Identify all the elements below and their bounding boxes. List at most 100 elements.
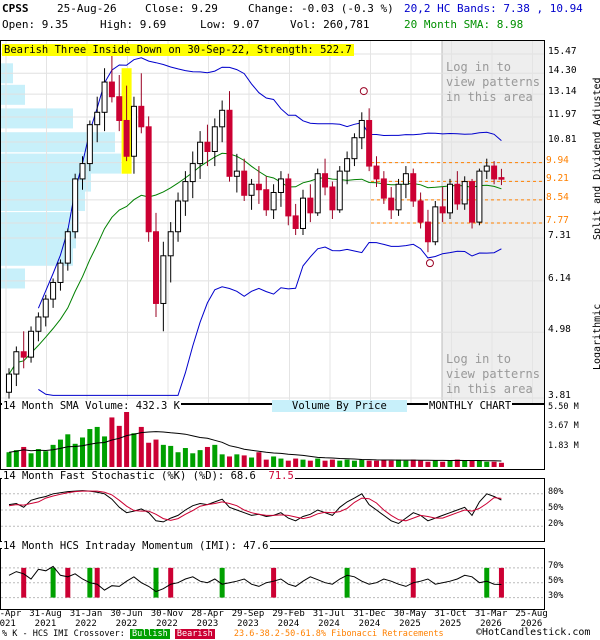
imi-signal-bar [168, 567, 174, 598]
candle-body [160, 255, 167, 304]
upper-band [37, 57, 502, 309]
volume-bar [227, 456, 232, 467]
volume-bar [182, 448, 188, 467]
candle-body [204, 141, 211, 152]
x-tick-label: 31-Mar 2026 [474, 609, 508, 629]
change-value: Change: -0.03 (-0.3 %) [248, 2, 394, 15]
candle-body [447, 183, 453, 214]
stoch-tick-label: 80% [548, 486, 564, 497]
volume-bar [432, 460, 438, 467]
candle-body [233, 170, 240, 177]
volume-bar [256, 452, 262, 467]
candle-body [101, 81, 108, 113]
imi-signal-bar [344, 567, 350, 598]
candle-body [182, 181, 189, 202]
vbp-bar [1, 84, 25, 105]
volume-chart [6, 409, 504, 467]
pattern-marker [359, 87, 368, 96]
volume-bar [447, 460, 453, 467]
x-tick-label: 28-Apr 2023 [191, 609, 224, 629]
candle-body [20, 351, 27, 358]
volume-bar [263, 459, 269, 467]
price-tick-label: 11.97 [548, 108, 577, 120]
volume-bar [476, 460, 482, 467]
volume-bar [234, 454, 240, 467]
pattern-banner: Bearish Three Inside Down on 30-Sep-22, … [2, 44, 354, 56]
candle-body [476, 170, 483, 223]
volume-bar [241, 455, 247, 467]
candle-body [402, 173, 409, 185]
candle-body [175, 200, 182, 233]
x-tick-label: 31-Jan 2022 [69, 609, 103, 629]
stoch-tick-label: 50% [548, 503, 564, 513]
volume-tick-label: 5.50 M [548, 402, 579, 412]
candle-body [189, 163, 196, 183]
volume-bar [6, 452, 12, 467]
imi-chart [1, 565, 544, 599]
volume-bar [50, 444, 56, 467]
volume-bar [337, 460, 343, 467]
candle-body [255, 183, 262, 191]
volume-bar [307, 460, 313, 467]
candle-body [241, 170, 248, 196]
volume-bar [366, 460, 372, 467]
volume-bar [271, 456, 277, 467]
candle-body [94, 111, 101, 126]
candle-body [432, 206, 439, 243]
candle-body [116, 96, 123, 121]
low-value: Low: 9.07 [200, 18, 260, 31]
candle-body [410, 173, 417, 202]
candle-body [72, 178, 79, 233]
copyright[interactable]: ©HotCandlestick.com [476, 627, 590, 638]
volume-title: 14 Month SMA Volume: 432.3 K [2, 400, 182, 412]
volume-bar [72, 443, 78, 467]
candle-body [42, 298, 49, 318]
imi-signal-bar [484, 567, 490, 598]
candle-body [469, 181, 476, 223]
candle-body [79, 163, 86, 180]
login-overlay-bottom[interactable]: Log in to view patterns in this area [446, 352, 546, 397]
imi-tick-label: 30% [548, 590, 564, 601]
x-tick-label: 31-Dec 2024 [353, 609, 386, 629]
candle-body [35, 316, 42, 332]
candle-body [123, 119, 130, 157]
volume-bar [153, 439, 159, 467]
volume-bar [168, 445, 174, 467]
vbp-title: Volume By Price [272, 400, 407, 412]
date: 25-Aug-26 [57, 2, 117, 15]
volume-bar [381, 459, 387, 467]
login-overlay-top[interactable]: Log in to view patterns in this area [446, 60, 546, 105]
imi-signal-bar [271, 567, 277, 598]
x-tick-label: 31-Aug 2021 [29, 609, 62, 629]
candle-body [145, 126, 152, 233]
candle-body [424, 221, 431, 243]
fib-legend: 23.6-38.2-50-61.8% Fibonacci Retracement… [233, 629, 444, 639]
volume-panel [0, 404, 545, 470]
symbol: CPSS [2, 2, 29, 15]
imi-title: 14 Month HCS Intraday Momentum (IMI): 47… [2, 540, 270, 552]
footer-legend: % K - HCS IMI Crossover: Bullish Bearish… [2, 629, 444, 639]
bullish-legend: Bullish [129, 629, 170, 639]
price-tick-label: 4.98 [548, 324, 571, 336]
candle-body [395, 183, 402, 211]
candle-body [86, 124, 93, 165]
imi-signal-bar [498, 567, 504, 598]
volume-bar [359, 459, 365, 467]
candle-body [358, 119, 365, 139]
volume-bar [109, 417, 115, 467]
high-value: High: 9.69 [100, 18, 167, 31]
stochastic-k-title: 14 Month Fast Stochastic (%K) (%D): 68.6 [3, 470, 256, 482]
imi-signal-bar [153, 567, 159, 598]
volume-bar [57, 439, 63, 467]
volume-bar [43, 451, 49, 467]
x-tick-label: 30-Apr2021 [0, 609, 22, 629]
price-tick-label: 13.14 [548, 86, 577, 98]
x-tick-label: 31-Jul 2024 [312, 609, 346, 629]
stoch-tick-label: 20% [548, 519, 564, 530]
volume-bar [249, 457, 255, 467]
log-label: Logarithmic [592, 303, 600, 370]
candle-body [248, 183, 255, 196]
candle-body [226, 109, 233, 177]
candle-body [277, 178, 284, 193]
volume-bar [329, 459, 335, 467]
